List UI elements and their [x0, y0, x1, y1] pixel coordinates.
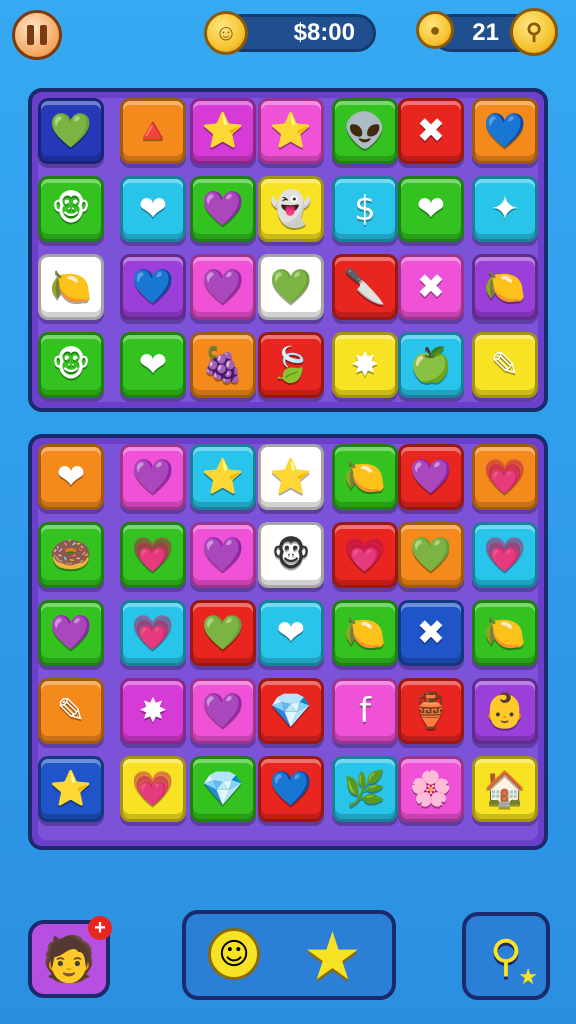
tile-r3-c2[interactable]: 💜 — [190, 678, 256, 744]
key-coin-button[interactable]: ⚲ — [510, 8, 558, 56]
tile-r1-c0[interactable]: 🐵 — [38, 176, 104, 242]
tile-r3-c3[interactable]: 🍃 — [258, 332, 324, 398]
tile-r2-c4[interactable]: 🍋 — [332, 600, 398, 666]
tile-r2-c1[interactable]: 💗 — [120, 600, 186, 666]
smile-coin-icon: ☺ — [204, 11, 248, 55]
tile-r0-c3[interactable]: ⭐ — [258, 98, 324, 164]
tile-r3-c4[interactable]: f — [332, 678, 398, 744]
tile-r3-c4[interactable]: ✸ — [332, 332, 398, 398]
tile-r1-c6[interactable]: 💗 — [472, 522, 538, 588]
tile-r0-c5[interactable]: 💜 — [398, 444, 464, 510]
tile-r0-c1[interactable]: 🔺 — [120, 98, 186, 164]
pause-icon-bar — [40, 25, 47, 45]
tile-r2-c3[interactable]: 💚 — [258, 254, 324, 320]
tile-r4-c6[interactable]: 🏠 — [472, 756, 538, 822]
tile-r4-c4[interactable]: 🌿 — [332, 756, 398, 822]
avatar-add-button[interactable]: 🧑 + — [28, 916, 112, 998]
tile-r2-c5[interactable]: ✖ — [398, 254, 464, 320]
tile-r2-c2[interactable]: 💜 — [190, 254, 256, 320]
tile-r1-c0[interactable]: 🍩 — [38, 522, 104, 588]
tile-r4-c3[interactable]: 💙 — [258, 756, 324, 822]
hint-key-icon: ⚲ — [489, 930, 523, 982]
tile-r0-c3[interactable]: ⭐ — [258, 444, 324, 510]
tile-r1-c3[interactable]: 🐵 — [258, 522, 324, 588]
tile-r0-c4[interactable]: 🍋 — [332, 444, 398, 510]
tile-r3-c5[interactable]: 🏺 — [398, 678, 464, 744]
pause-button[interactable] — [12, 10, 62, 60]
tile-r0-c4[interactable]: 👽 — [332, 98, 398, 164]
tile-r0-c6[interactable]: 💗 — [472, 444, 538, 510]
tile-r1-c3[interactable]: 👻 — [258, 176, 324, 242]
tile-r0-c1[interactable]: 💜 — [120, 444, 186, 510]
tile-r0-c2[interactable]: ⭐ — [190, 98, 256, 164]
tile-r3-c5[interactable]: 🍏 — [398, 332, 464, 398]
map-pin-icon: ● — [416, 11, 454, 49]
star-booster-icon[interactable]: ★ — [303, 918, 362, 995]
tile-r1-c5[interactable]: ❤ — [398, 176, 464, 242]
tile-r3-c0[interactable]: 🐵 — [38, 332, 104, 398]
tile-r3-c0[interactable]: ✎ — [38, 678, 104, 744]
tile-r2-c2[interactable]: 💚 — [190, 600, 256, 666]
tile-r3-c6[interactable]: 👶 — [472, 678, 538, 744]
tile-r1-c6[interactable]: ✦ — [472, 176, 538, 242]
board-bottom: ❤ 💜 ⭐ ⭐ 🍋 💜 💗 🍩 💗 💜 🐵 💗 💚 💗 💜 💗 💚 ❤ 🍋 ✖ 🍋 ✎ ✸ 💜 💎 f 🏺 👶 ⭐ 💗 💎 💙 🌿 🌸 🏠 — [28, 434, 548, 850]
tile-r2-c6[interactable]: 🍋 — [472, 600, 538, 666]
avatar-add-icon: 🧑 — [41, 934, 97, 985]
tile-r0-c5[interactable]: ✖ — [398, 98, 464, 164]
tile-r1-c2[interactable]: 💜 — [190, 176, 256, 242]
star-small-icon: ★ — [518, 965, 538, 990]
money-value: $8:00 — [293, 19, 355, 46]
tile-r2-c0[interactable]: 💜 — [38, 600, 104, 666]
tile-r0-c0[interactable]: 💚 — [38, 98, 104, 164]
gems-value: 21 — [472, 19, 499, 46]
tile-r1-c5[interactable]: 💚 — [398, 522, 464, 588]
tile-r1-c4[interactable]: 💗 — [332, 522, 398, 588]
tile-r0-c0[interactable]: ❤ — [38, 444, 104, 510]
hint-button[interactable]: ⚲ ★ — [462, 912, 550, 1000]
tile-r3-c1[interactable]: ❤ — [120, 332, 186, 398]
tile-r1-c2[interactable]: 💜 — [190, 522, 256, 588]
booster-tray: ☺ ★ — [182, 910, 396, 1000]
plus-badge-icon: + — [88, 916, 112, 940]
tile-r3-c1[interactable]: ✸ — [120, 678, 186, 744]
tile-r4-c5[interactable]: 🌸 — [398, 756, 464, 822]
key-coin-icon: ⚲ — [525, 19, 543, 44]
tile-r2-c6[interactable]: 🍋 — [472, 254, 538, 320]
pause-icon — [27, 25, 34, 45]
tile-r3-c2[interactable]: 🍇 — [190, 332, 256, 398]
tile-r1-c1[interactable]: ❤ — [120, 176, 186, 242]
tile-r2-c5[interactable]: ✖ — [398, 600, 464, 666]
tile-r2-c4[interactable]: 🔪 — [332, 254, 398, 320]
tile-r2-c1[interactable]: 💙 — [120, 254, 186, 320]
tile-r4-c2[interactable]: 💎 — [190, 756, 256, 822]
board-top: 💚 🔺 ⭐ ⭐ 👽 ✖ 💙 🐵 ❤ 💜 👻 $ ❤ ✦ 🍋 💙 💜 💚 🔪 ✖ 🍋 🐵 ❤ 🍇 🍃 ✸ 🍏 ✎ — [28, 88, 548, 412]
tile-r2-c0[interactable]: 🍋 — [38, 254, 104, 320]
tile-r3-c3[interactable]: 💎 — [258, 678, 324, 744]
tile-r1-c1[interactable]: 💗 — [120, 522, 186, 588]
tile-r1-c4[interactable]: $ — [332, 176, 398, 242]
tile-r0-c6[interactable]: 💙 — [472, 98, 538, 164]
tile-r4-c1[interactable]: 💗 — [120, 756, 186, 822]
tile-r0-c2[interactable]: ⭐ — [190, 444, 256, 510]
tile-r3-c6[interactable]: ✎ — [472, 332, 538, 398]
tile-r4-c0[interactable]: ⭐ — [38, 756, 104, 822]
tile-r2-c3[interactable]: ❤ — [258, 600, 324, 666]
smiley-booster-icon[interactable]: ☺ — [208, 928, 260, 980]
